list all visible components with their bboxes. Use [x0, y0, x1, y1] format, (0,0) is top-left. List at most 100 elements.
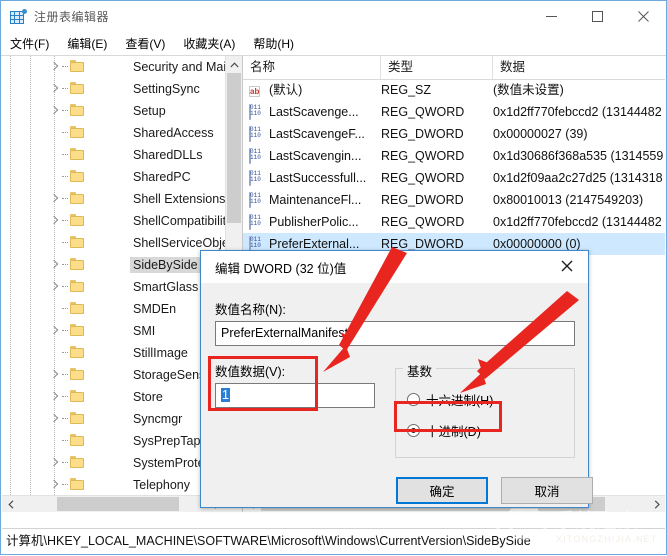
chevron-right-icon[interactable] — [49, 391, 59, 401]
tree-item[interactable]: StillImage — [2, 342, 225, 364]
tree-connector — [62, 308, 68, 310]
table-row[interactable]: LastScavengeF... REG_DWORD 0x00000027 (39) — [243, 123, 665, 145]
menu-view[interactable]: 查看(V) — [116, 34, 174, 54]
tree-connector — [62, 440, 68, 442]
chevron-right-icon[interactable] — [49, 61, 59, 71]
tree-item[interactable]: SMDEn — [2, 298, 225, 320]
folder-icon — [70, 390, 84, 402]
tree-item-label: SMI — [133, 324, 156, 338]
tree-item[interactable]: SystemProtectedUse — [2, 452, 225, 474]
tree-item[interactable]: SettingSync — [2, 78, 225, 100]
folder-icon — [70, 126, 84, 138]
value-data-input[interactable]: 1 — [215, 383, 375, 408]
tree-item-label: Syncmgr — [133, 412, 183, 426]
chevron-right-icon[interactable] — [49, 215, 59, 225]
tree-item[interactable]: SMI — [2, 320, 225, 342]
column-type[interactable]: 类型 — [381, 56, 493, 79]
maximize-button[interactable] — [574, 1, 620, 32]
scroll-thumb[interactable] — [57, 497, 179, 511]
tree-item-label: SettingSync — [133, 82, 200, 96]
binary-value-icon — [249, 104, 264, 120]
chevron-right-icon[interactable] — [49, 259, 59, 269]
tree-item[interactable]: Setup — [2, 100, 225, 122]
column-name[interactable]: 名称 — [243, 56, 381, 79]
table-row[interactable]: LastScavenge... REG_QWORD 0x1d2ff770febccd… — [243, 101, 665, 123]
cell-data: 0x00000027 (39) — [493, 127, 588, 141]
tree-horizontal-scrollbar[interactable] — [2, 495, 225, 512]
dialog-close-button[interactable] — [546, 251, 588, 281]
tree-item[interactable]: Security and Maintenance — [2, 56, 225, 78]
menu-file[interactable]: 文件(F) — [1, 34, 58, 54]
registry-tree[interactable]: Security and Maintenance SettingSync Setup… — [2, 56, 225, 495]
table-row[interactable]: ab (默认) REG_SZ (数值未设置) — [243, 79, 665, 101]
dialog-body: 数值名称(N): PreferExternalManifest 数值数据(V):… — [201, 283, 593, 507]
chevron-right-icon[interactable] — [49, 413, 59, 423]
cancel-button[interactable]: 取消 — [501, 477, 593, 504]
tree-item[interactable]: SideBySide — [2, 254, 225, 276]
registry-editor-window: 注册表编辑器 文件(F) 编辑(E) 查看(V) 收藏夹(A) 帮助(H) Se… — [0, 0, 667, 555]
tree-item[interactable]: SharedPC — [2, 166, 225, 188]
tree-item[interactable]: SmartGlass — [2, 276, 225, 298]
cell-name: LastScavengin... — [269, 149, 362, 163]
cell-name: PublisherPolic... — [269, 215, 359, 229]
radio-hexadecimal[interactable]: 十六进制(H) — [407, 390, 493, 409]
folder-icon — [70, 478, 84, 490]
tree-item[interactable]: ShellCompatibility — [2, 210, 225, 232]
scroll-right-icon[interactable] — [648, 496, 665, 512]
tree-item[interactable]: Store — [2, 386, 225, 408]
cell-name: MaintenanceFl... — [269, 193, 362, 207]
chevron-right-icon[interactable] — [49, 83, 59, 93]
folder-icon — [70, 214, 84, 226]
chevron-right-icon[interactable] — [49, 325, 59, 335]
tree-item-label: SMDEn — [133, 302, 177, 316]
value-name-input[interactable]: PreferExternalManifest — [215, 321, 575, 346]
folder-icon — [70, 192, 84, 204]
folder-icon — [70, 302, 84, 314]
dialog-title: 编辑 DWORD (32 位)值 — [215, 262, 347, 276]
chevron-right-icon[interactable] — [49, 369, 59, 379]
folder-icon — [70, 60, 84, 72]
tree-connector — [62, 88, 68, 90]
ok-button[interactable]: 确定 — [396, 477, 488, 504]
column-data[interactable]: 数据 — [493, 56, 665, 79]
chevron-right-icon[interactable] — [49, 281, 59, 291]
minimize-button[interactable] — [528, 1, 574, 32]
tree-item[interactable]: SharedAccess — [2, 122, 225, 144]
table-row[interactable]: MaintenanceFl... REG_DWORD 0x80010013 (214… — [243, 189, 665, 211]
table-row[interactable]: LastSuccessfull... REG_QWORD 0x1d2f09aa2c2… — [243, 167, 665, 189]
menu-edit[interactable]: 编辑(E) — [58, 34, 116, 54]
tree-item[interactable]: SharedDLLs — [2, 144, 225, 166]
tree-item[interactable]: ShellServiceObjectDelayLo — [2, 232, 225, 254]
tree-item[interactable]: Telephony — [2, 474, 225, 495]
tree-item[interactable]: Shell Extensions — [2, 188, 225, 210]
value-data-text: 1 — [221, 388, 230, 402]
chevron-right-icon[interactable] — [49, 193, 59, 203]
binary-value-icon — [249, 236, 264, 252]
folder-icon — [70, 170, 84, 182]
tree-item[interactable]: Syncmgr — [2, 408, 225, 430]
tree-connector — [62, 352, 68, 354]
cell-type: REG_SZ — [381, 83, 432, 97]
tree-connector — [62, 286, 68, 288]
cell-type: REG_QWORD — [381, 149, 465, 163]
tree-item-label: SmartGlass — [133, 280, 199, 294]
menu-favorites[interactable]: 收藏夹(A) — [174, 34, 244, 54]
close-button[interactable] — [620, 1, 666, 32]
chevron-right-icon[interactable] — [49, 479, 59, 489]
cell-data: 0x1d2ff770febccd2 (13144482 — [493, 105, 662, 119]
tree-item[interactable]: StorageSense — [2, 364, 225, 386]
folder-icon — [70, 368, 84, 380]
window-controls — [528, 1, 666, 32]
scroll-left-icon[interactable] — [2, 496, 19, 512]
table-row[interactable]: LastScavengin... REG_QWORD 0x1d30686f368a5… — [243, 145, 665, 167]
scroll-up-icon[interactable] — [226, 56, 242, 73]
cell-data: (数值未设置) — [493, 83, 564, 97]
chevron-right-icon[interactable] — [49, 457, 59, 467]
table-row[interactable]: PublisherPolic... REG_QWORD 0x1d2ff770febc… — [243, 211, 665, 233]
tree-item[interactable]: SysPrepTapi — [2, 430, 225, 452]
chevron-right-icon[interactable] — [49, 105, 59, 115]
radio-decimal[interactable]: 十进制(D) — [407, 421, 481, 440]
cell-data: 0x1d30686f368a535 (1314559 — [493, 149, 664, 163]
menu-help[interactable]: 帮助(H) — [244, 34, 303, 54]
scroll-thumb[interactable] — [227, 73, 241, 223]
